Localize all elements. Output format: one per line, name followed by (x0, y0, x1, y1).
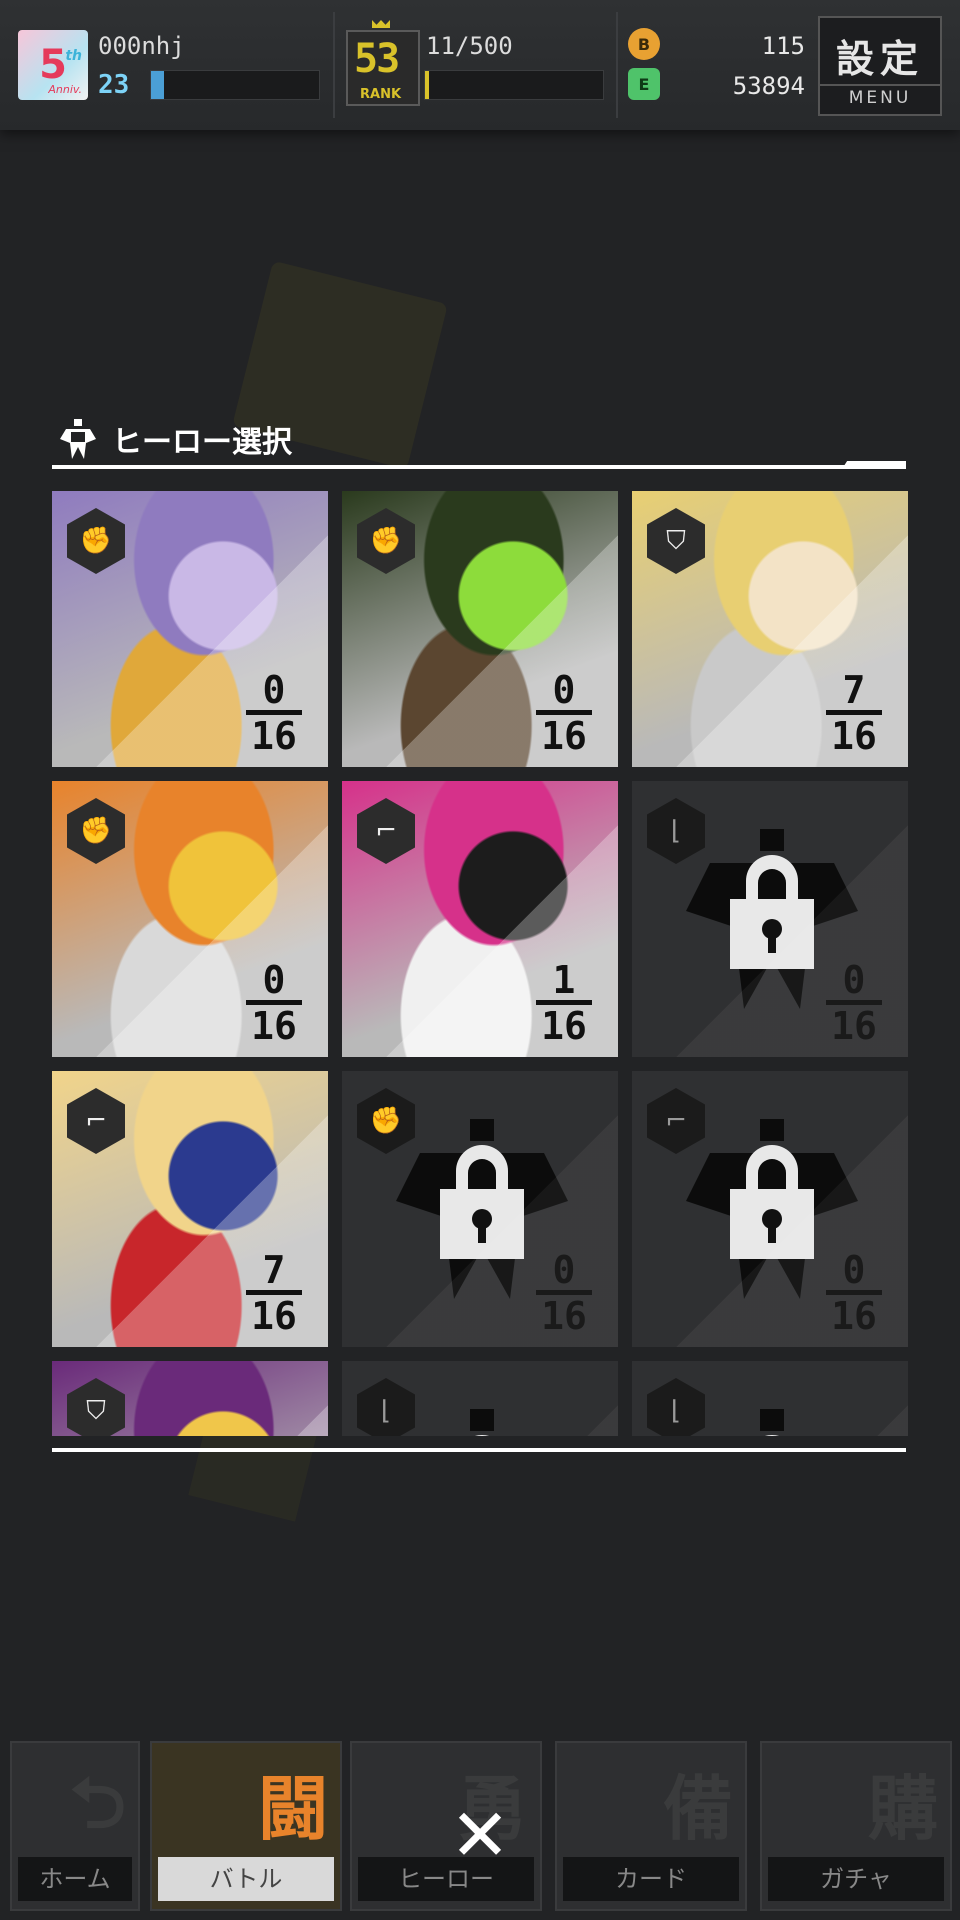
modal-bottom-rule (52, 1448, 906, 1452)
owned-count: 0 (552, 668, 576, 712)
hero-card[interactable]: ⌐ 7 16 (52, 1071, 328, 1347)
owned-count: 0 (262, 668, 286, 712)
hero-card[interactable]: ⛉ 7 16 (632, 491, 908, 767)
anniversary-label: Anniv. (48, 83, 82, 96)
player-level: 23 (98, 70, 130, 100)
total-count: 16 (541, 1294, 587, 1338)
menu-kanji: 設定 (835, 37, 924, 81)
hero-card-locked[interactable]: ⌊ (342, 1361, 618, 1436)
nav-glyph-icon: 備 (663, 1768, 733, 1850)
hero-card[interactable]: ⌐ 1 16 (342, 781, 618, 1057)
rank-label: RANK (360, 87, 402, 102)
total-count: 16 (251, 1004, 297, 1048)
hero-card[interactable]: ✊ 0 16 (342, 491, 618, 767)
rank-progress-bar (424, 70, 604, 100)
rank-progress-fill (425, 71, 429, 99)
hero-card-locked[interactable]: ⌐ 0 16 (632, 1071, 908, 1347)
total-count: 16 (541, 1004, 587, 1048)
nav-label: カード (563, 1857, 739, 1901)
total-count: 16 (251, 714, 297, 758)
nav-label: バトル (158, 1857, 334, 1901)
owned-count: 0 (842, 1248, 866, 1292)
hero-card[interactable]: ✊ 0 16 (52, 491, 328, 767)
status-bar: 5 th Anniv. 000nhj 23 53 RANK 11/500 B 1… (0, 0, 960, 130)
hero-card[interactable]: ⛉ (52, 1361, 328, 1436)
rank-progress-text: 11/500 (426, 32, 513, 60)
anniversary-badge[interactable]: 5 th Anniv. (18, 30, 88, 100)
energy-icon: E (628, 68, 660, 100)
hero-card-count: 0 16 (818, 960, 890, 1047)
owned-count: 7 (842, 668, 866, 712)
divider (616, 12, 618, 118)
hero-card-count: 7 16 (818, 670, 890, 757)
player-name: 000nhj (98, 32, 185, 60)
menu-label: MENU (820, 84, 940, 108)
total-count: 16 (831, 1294, 877, 1338)
nav-item[interactable]: ⮌ ホーム (10, 1741, 140, 1911)
modal-top-rule (52, 465, 906, 469)
nav-label: ホーム (18, 1857, 132, 1901)
hero-card-count: 0 16 (238, 670, 310, 757)
nav-glyph-icon: 購 (868, 1768, 938, 1850)
exp-bar-fill (151, 71, 165, 99)
coin-icon: B (628, 28, 660, 60)
total-count: 16 (541, 714, 587, 758)
owned-count: 0 (552, 1248, 576, 1292)
hero-card-count: 7 16 (238, 1250, 310, 1337)
hero-icon (60, 419, 96, 459)
hero-card-locked[interactable]: ⌊ 0 16 (632, 781, 908, 1057)
exp-bar (150, 70, 320, 100)
divider (333, 12, 335, 118)
menu-button[interactable]: 設定 MENU (818, 16, 942, 116)
modal-top-rule-accent (842, 461, 906, 469)
nav-label: ガチャ (768, 1857, 944, 1901)
nav-glyph-icon: 闘 (258, 1768, 328, 1850)
anniversary-number: 5 (39, 42, 67, 88)
hero-card-locked[interactable]: ⌊ (632, 1361, 908, 1436)
modal-title: ヒーロー選択 (56, 414, 292, 464)
nav-glyph-icon: ⮌ (69, 1762, 126, 1844)
energy-value: 53894 (732, 72, 805, 100)
total-count: 16 (251, 1294, 297, 1338)
hero-card-count: 0 16 (528, 1250, 600, 1337)
coin-value: 115 (761, 32, 805, 60)
hero-card[interactable]: ✊ 0 16 (52, 781, 328, 1057)
hero-card-count: 0 16 (528, 670, 600, 757)
hero-card-count: 0 16 (238, 960, 310, 1047)
anniversary-suffix: th (65, 48, 82, 64)
nav-item[interactable]: 購ガチャ (760, 1741, 952, 1911)
crown-icon (372, 20, 390, 28)
rank-number: 53 (354, 36, 400, 82)
nav-item[interactable]: 備カード (555, 1741, 747, 1911)
hero-card-count: 1 16 (528, 960, 600, 1047)
close-button[interactable]: ✕ (445, 1799, 515, 1871)
rank-badge: 53 RANK (346, 30, 420, 106)
total-count: 16 (831, 714, 877, 758)
modal-title-text: ヒーロー選択 (112, 425, 292, 460)
owned-count: 0 (262, 958, 286, 1002)
hero-grid: ✊ 0 16 ✊ 0 16 ⛉ 7 16 ✊ 0 16 ⌐ 1 16 ⌊ 0 16 ⌐ 7 16 ✊ 0 16 ⌐ 0 16 ⛉ ⌊ ⌊ (52, 491, 908, 1436)
hero-card-count: 0 16 (818, 1250, 890, 1337)
owned-count: 0 (842, 958, 866, 1002)
hero-card-locked[interactable]: ✊ 0 16 (342, 1071, 618, 1347)
nav-item[interactable]: 闘バトル (150, 1741, 342, 1911)
owned-count: 1 (552, 958, 576, 1002)
owned-count: 7 (262, 1248, 286, 1292)
total-count: 16 (831, 1004, 877, 1048)
